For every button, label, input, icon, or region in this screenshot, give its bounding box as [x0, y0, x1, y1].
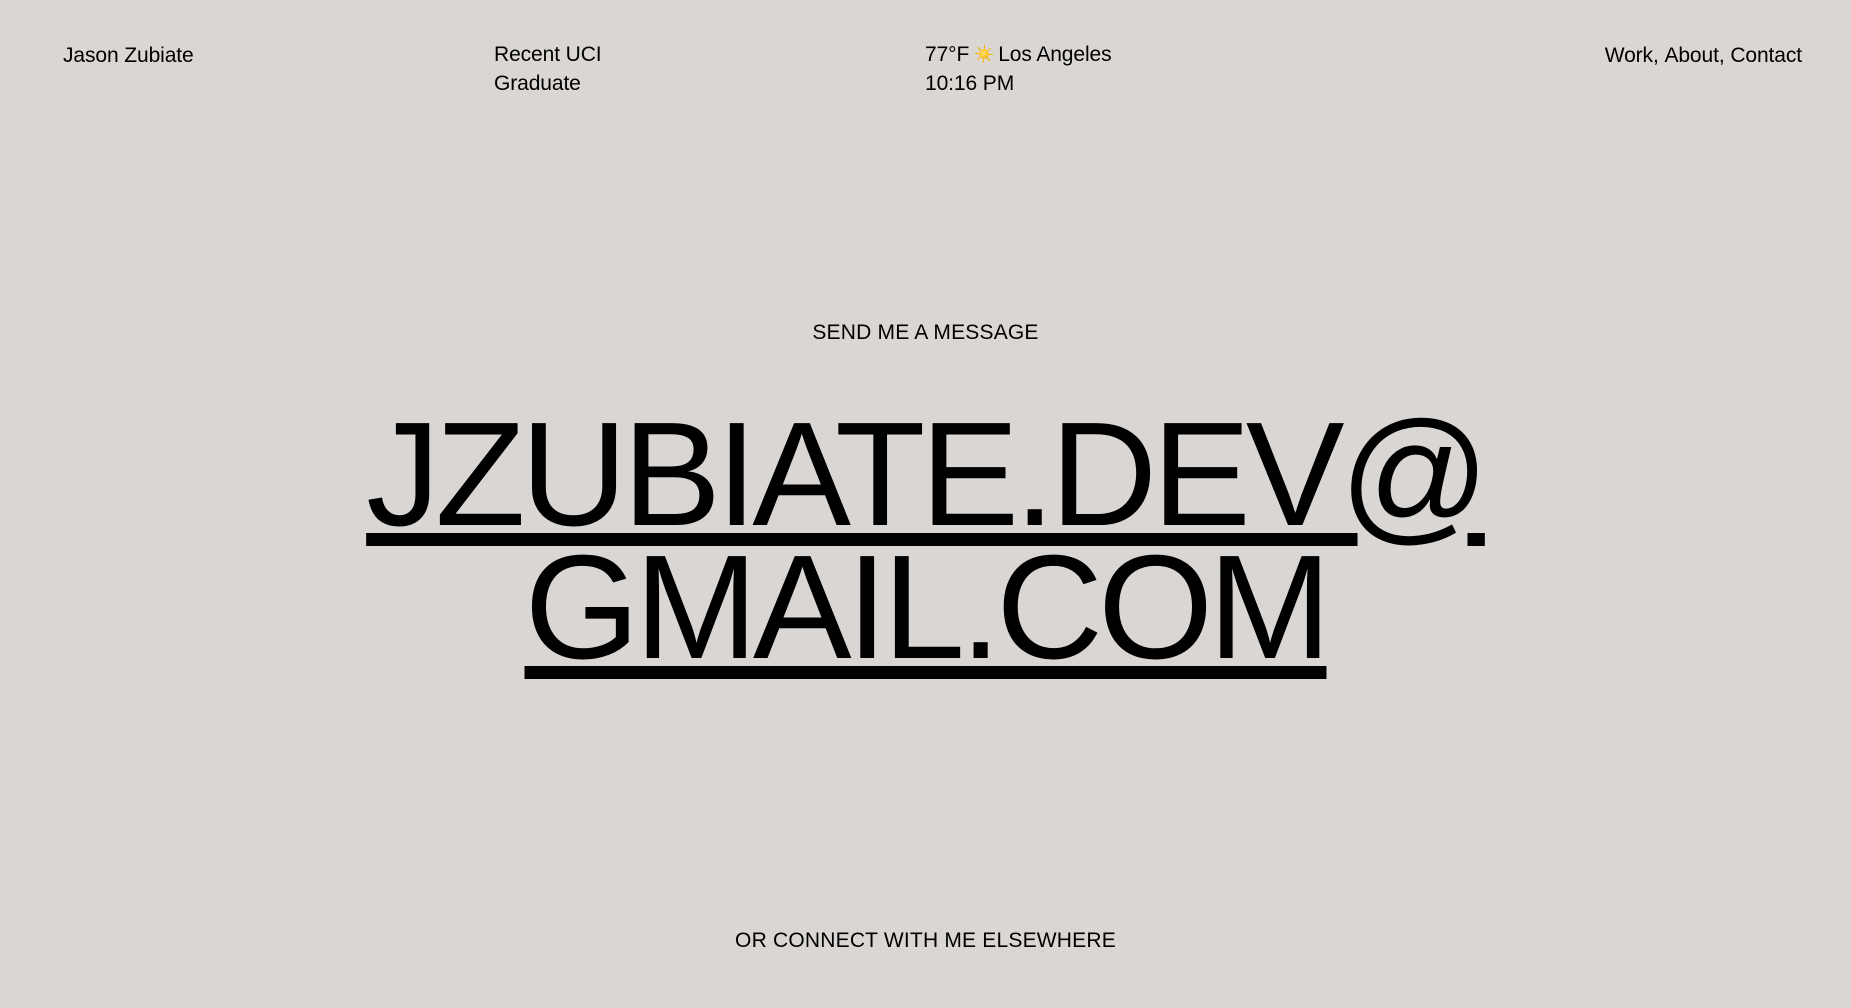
send-message-label: SEND ME A MESSAGE — [812, 321, 1039, 344]
nav-contact-link[interactable]: Contact — [1730, 41, 1802, 70]
nav-separator: , — [1652, 44, 1665, 67]
local-time: 10:16 PM — [925, 72, 1015, 95]
weather-widget: 77°F Los Angeles 10:16 PM — [925, 40, 1112, 98]
temperature: 77°F — [925, 43, 970, 66]
sun-icon — [975, 45, 994, 63]
nav-about-link[interactable]: About — [1664, 41, 1718, 70]
tagline: Recent UCI Graduate — [494, 43, 602, 95]
nav-separator: , — [1718, 44, 1731, 67]
city: Los Angeles — [998, 43, 1112, 66]
email-link[interactable]: JZUBIATE.DEV@ GMAIL.COM — [0, 392, 1851, 690]
email-line-1: JZUBIATE.DEV@ — [366, 392, 1490, 557]
site-brand[interactable]: Jason Zubiate — [63, 41, 194, 70]
nav-work-link[interactable]: Work — [1605, 41, 1653, 70]
main-nav: Work, About, Contact — [1605, 41, 1802, 70]
connect-elsewhere-label: OR CONNECT WITH ME ELSEWHERE — [735, 929, 1116, 952]
weather-line: 77°F Los Angeles — [925, 40, 1112, 69]
contact-page: Jason Zubiate Recent UCI Graduate 77°F Lo… — [0, 0, 1851, 1008]
email-line-2: GMAIL.COM — [524, 525, 1332, 690]
